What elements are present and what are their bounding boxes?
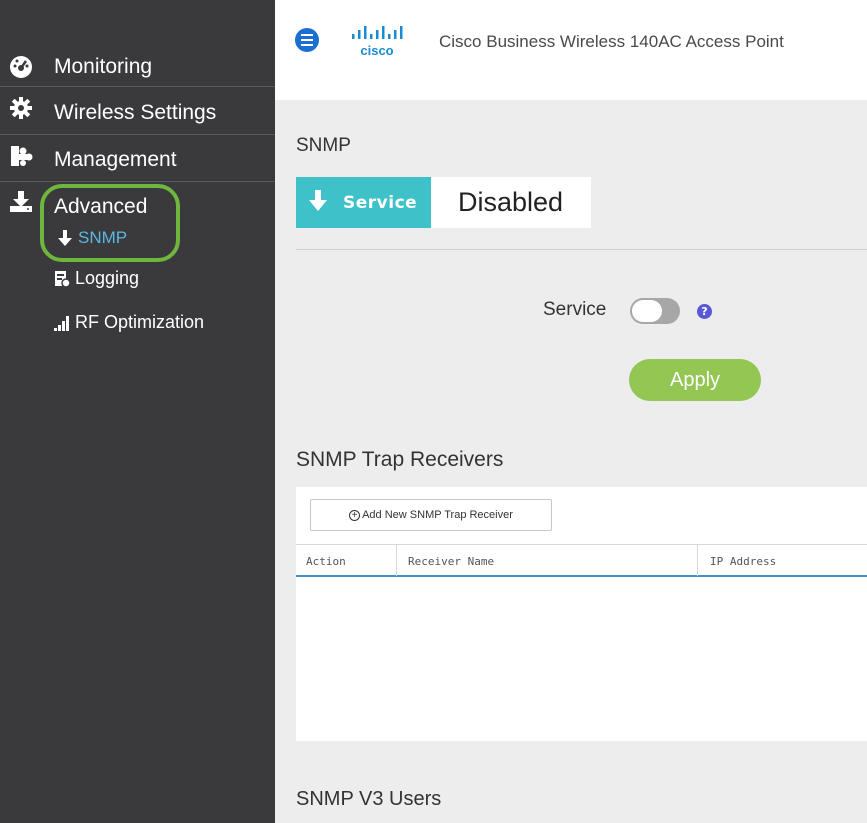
column-header-ip-address[interactable]: IP Address — [710, 545, 776, 576]
arrow-down-icon — [309, 190, 327, 211]
service-status-box: Disabled — [431, 177, 591, 228]
column-header-receiver-name[interactable]: Receiver Name — [408, 545, 494, 576]
column-separator — [697, 545, 698, 576]
section-title-v3-users: SNMP V3 Users — [296, 788, 442, 810]
app-title: Cisco Business Wireless 140AC Access Poi… — [439, 32, 784, 51]
cisco-logo: cisco — [352, 26, 403, 58]
column-header-action[interactable]: Action — [306, 545, 346, 576]
management-icon — [11, 146, 33, 166]
add-trap-receiver-button[interactable]: + Add New SNMP Trap Receiver — [310, 499, 552, 531]
cisco-logo-text: cisco — [360, 43, 393, 58]
sidebar-subitem-rf-optimization[interactable]: RF Optimization — [53, 312, 204, 333]
sidebar-subitem-logging[interactable]: Logging — [53, 268, 139, 289]
help-icon[interactable]: ? — [697, 304, 712, 319]
table-header: Action Receiver Name IP Address — [296, 544, 867, 577]
sidebar: Monitoring Wireless Settings Management … — [0, 0, 275, 823]
divider — [296, 249, 867, 250]
divider — [0, 181, 275, 182]
sidebar-item-label: Management — [54, 148, 177, 171]
sidebar-subitem-label: RF Optimization — [75, 312, 205, 332]
apply-button[interactable]: Apply — [629, 359, 761, 401]
toggle-knob — [632, 300, 662, 322]
column-separator — [396, 545, 397, 576]
service-tag-label: Service — [343, 193, 418, 213]
divider — [0, 134, 275, 135]
section-title-snmp: SNMP — [296, 135, 351, 156]
sidebar-subitem-snmp[interactable]: SNMP — [56, 228, 127, 248]
sidebar-item-management[interactable]: Management — [0, 142, 275, 176]
service-toggle[interactable] — [630, 298, 680, 324]
service-status-value: Disabled — [458, 187, 564, 217]
sidebar-item-monitoring[interactable]: Monitoring — [0, 50, 275, 84]
gear-icon — [10, 97, 32, 119]
sidebar-item-wireless-settings[interactable]: Wireless Settings — [0, 96, 275, 130]
dashboard-icon — [10, 56, 32, 78]
sidebar-item-label: Monitoring — [54, 55, 153, 78]
service-status-tag: Service — [296, 177, 431, 228]
download-icon — [10, 191, 32, 212]
add-circle-icon: + — [349, 509, 361, 521]
log-file-icon — [55, 270, 71, 288]
menu-icon[interactable] — [295, 28, 319, 52]
arrow-down-icon — [58, 230, 72, 246]
section-title-trap-receivers: SNMP Trap Receivers — [296, 448, 504, 471]
service-toggle-label: Service — [543, 299, 607, 320]
sidebar-item-label: Wireless Settings — [54, 101, 217, 124]
trap-receivers-table: + Add New SNMP Trap Receiver Action Rece… — [296, 487, 867, 741]
divider — [0, 86, 275, 87]
highlight-ring — [40, 184, 180, 262]
add-trap-receiver-label: Add New SNMP Trap Receiver — [362, 509, 513, 521]
sidebar-subitem-label: SNMP — [78, 228, 128, 247]
signal-bars-icon — [54, 315, 69, 331]
header: cisco Cisco Business Wireless 140AC Acce… — [275, 0, 867, 100]
sidebar-subitem-label: Logging — [75, 268, 140, 288]
